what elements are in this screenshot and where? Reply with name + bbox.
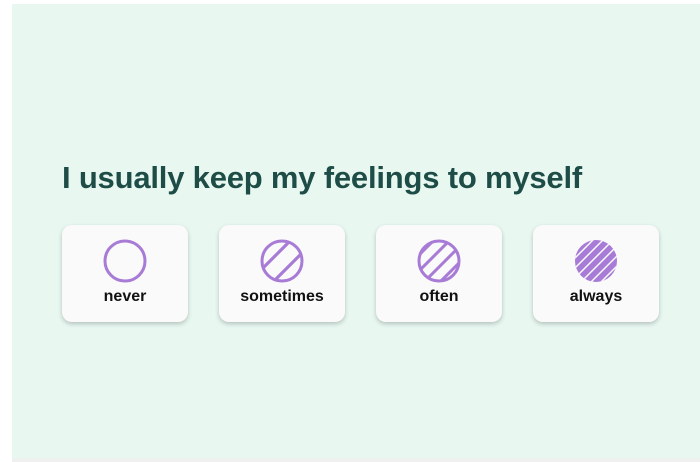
option-label: often xyxy=(419,288,459,305)
option-label: sometimes xyxy=(240,288,324,305)
empty-circle-icon xyxy=(103,239,147,283)
option-label: never xyxy=(103,288,147,305)
option-sometimes[interactable]: sometimes xyxy=(219,225,345,322)
option-label: always xyxy=(569,288,623,305)
answer-options: never sometimes often always xyxy=(62,225,659,322)
question-text: I usually keep my feelings to myself xyxy=(62,160,582,195)
bottom-edge xyxy=(12,458,700,462)
option-always[interactable]: always xyxy=(533,225,659,322)
option-never[interactable]: never xyxy=(62,225,188,322)
option-often[interactable]: often xyxy=(376,225,502,322)
hatched-circle-icon xyxy=(417,239,461,283)
densely-hatched-circle-icon xyxy=(575,240,617,282)
lightly-hatched-circle-icon xyxy=(260,239,304,283)
